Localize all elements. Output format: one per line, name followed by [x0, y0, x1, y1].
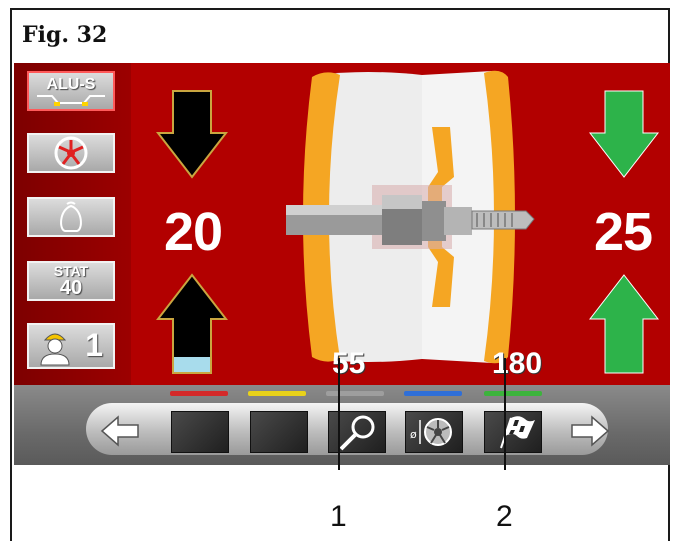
- left-down-arrow-icon: [156, 90, 228, 179]
- flag-button[interactable]: [484, 411, 542, 453]
- svg-text:ø: ø: [410, 428, 417, 441]
- color-tab-blue: [404, 391, 462, 396]
- spoke-wheel-button[interactable]: [27, 133, 115, 173]
- stat-button[interactable]: STAT 40: [27, 261, 115, 301]
- color-tab-yellow: [248, 391, 306, 396]
- bottom-toolbar: ø: [14, 385, 670, 465]
- color-tab-red: [170, 391, 228, 396]
- wheel-cross-section-image: [286, 70, 535, 364]
- color-tab-green: [484, 391, 542, 396]
- stat-label: STAT: [53, 263, 89, 279]
- callout-number-2: 2: [496, 500, 513, 533]
- alu-s-button[interactable]: ALU-S: [27, 71, 115, 111]
- flag-icon: [500, 416, 535, 449]
- weight-button[interactable]: [27, 197, 115, 237]
- search-button[interactable]: [328, 411, 386, 453]
- blank-button-1[interactable]: [171, 411, 229, 453]
- operator-icon: [40, 333, 70, 366]
- weight-icon: [60, 201, 82, 232]
- sidebar: ALU-S STAT 40 1: [14, 63, 131, 385]
- wheel-diameter-icon: ø: [410, 418, 452, 446]
- balancer-screen: ALU-S STAT 40 1 20 25 55 180: [14, 63, 670, 385]
- alu-label: ALU-S: [46, 76, 96, 93]
- arrow-right-icon[interactable]: [566, 409, 612, 453]
- right-balance-value: 25: [594, 202, 653, 262]
- operator-button[interactable]: 1: [27, 323, 115, 369]
- stat-value: 40: [59, 277, 83, 299]
- callout-number-1: 1: [330, 500, 347, 533]
- rim-profile-icon: [37, 95, 105, 106]
- right-down-arrow-icon: [588, 90, 660, 178]
- callout-line-2: [504, 358, 506, 470]
- operator-number: 1: [85, 327, 103, 363]
- value-55: 55: [332, 347, 366, 380]
- color-tab-gray: [326, 391, 384, 396]
- left-up-arrow-icon: [156, 273, 228, 374]
- value-180: 180: [492, 347, 543, 380]
- blank-button-2[interactable]: [250, 411, 308, 453]
- callout-line-1: [338, 358, 340, 470]
- figure-title: Fig. 32: [22, 22, 108, 48]
- right-up-arrow-icon: [588, 274, 660, 374]
- left-balance-value: 20: [164, 202, 223, 262]
- arrow-left-icon[interactable]: [98, 409, 144, 453]
- wheel-diameter-button[interactable]: ø: [405, 411, 463, 453]
- figure-frame: Fig. 32 ALU-S STAT 40 1 20 25 55 180 ø 1…: [10, 8, 670, 541]
- spoke-wheel-icon: [54, 136, 88, 170]
